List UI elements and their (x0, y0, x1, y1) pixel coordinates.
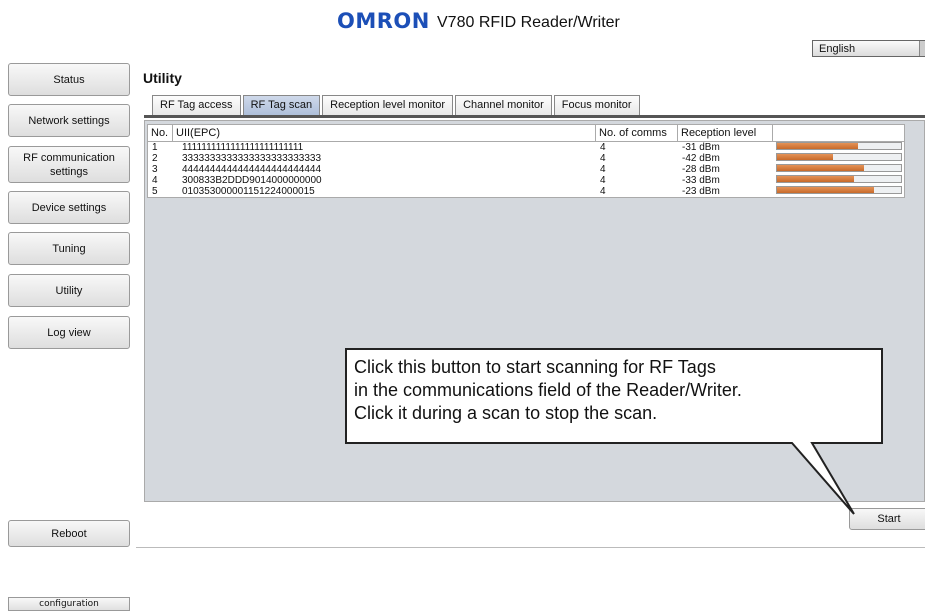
callout-line: Click it during a scan to stop the scan. (354, 403, 658, 423)
callout-text: Click this button to start scanning for … (354, 356, 894, 425)
configuration-button[interactable]: configuration (8, 597, 130, 611)
callout-line: Click this button to start scanning for … (354, 357, 716, 377)
callout-balloon (345, 348, 883, 515)
callout-line: in the communications field of the Reade… (354, 380, 742, 400)
